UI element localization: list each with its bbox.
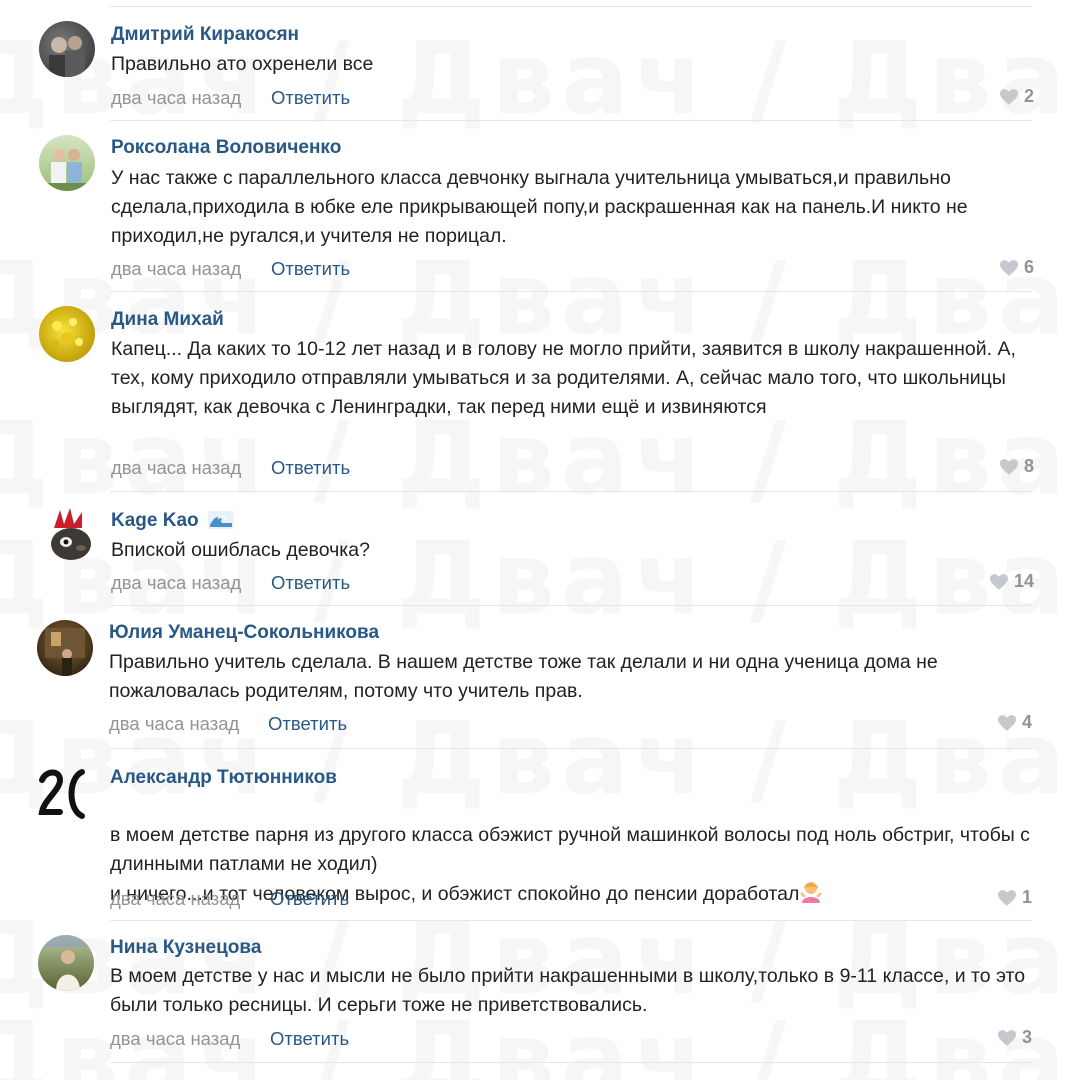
comment-time[interactable]: два часа назад [111, 258, 241, 280]
avatar[interactable] [39, 306, 95, 362]
reply-button[interactable]: Ответить [271, 457, 350, 479]
like-count: 8 [1023, 456, 1034, 476]
comment-author[interactable]: Дина Михай [111, 309, 224, 331]
comment-text: Правильно учитель сделала. В нашем детст… [109, 651, 938, 702]
comment-author[interactable]: Дмитрий Киракосян [111, 24, 299, 46]
comment-time[interactable]: два часа назад [109, 713, 239, 735]
avatar[interactable] [46, 506, 96, 562]
divider [110, 920, 1032, 921]
like-button[interactable]: 14 [989, 571, 1034, 592]
comment-text: в моем детстве парня из другого класса о… [110, 792, 1040, 909]
like-count: 1 [1021, 887, 1032, 907]
heart-icon [997, 889, 1016, 906]
heart-icon [999, 88, 1018, 105]
divider [110, 120, 1032, 121]
flower-icon [51, 318, 83, 348]
reply-button[interactable]: Ответить [270, 888, 349, 910]
avatar[interactable] [39, 135, 95, 191]
avatar[interactable] [37, 620, 93, 676]
heart-icon [999, 458, 1018, 475]
comment-author[interactable]: Kage Kao [111, 510, 234, 532]
like-button[interactable]: 4 [997, 712, 1032, 733]
comment-text: Правильно ато охренели все [111, 53, 374, 75]
comment-time[interactable]: два часа назад [111, 572, 241, 594]
like-button[interactable]: 6 [999, 257, 1034, 278]
comment-time[interactable]: два часа назад [110, 1028, 240, 1050]
woman-shrugging-emoji-icon [800, 882, 823, 903]
reply-button[interactable]: Ответить [271, 87, 350, 109]
heart-icon [997, 1029, 1016, 1046]
like-count: 2 [1023, 86, 1034, 106]
wave-emoji-icon [207, 511, 234, 529]
like-button[interactable]: 1 [997, 887, 1032, 908]
comment-text: В моем детстве у нас и мысли не было при… [110, 965, 1026, 1016]
heart-icon [989, 573, 1008, 590]
divider [110, 605, 1032, 606]
reply-button[interactable]: Ответить [268, 713, 347, 735]
divider [110, 6, 1032, 7]
reply-button[interactable]: Ответить [270, 1028, 349, 1050]
comment-time[interactable]: два часа назад [111, 87, 241, 109]
comment-time[interactable]: два часа назад [110, 888, 240, 910]
comment-time[interactable]: два часа назад [111, 457, 241, 479]
avatar-photo-icon [39, 149, 95, 191]
comment-author[interactable]: Нина Кузнецова [110, 937, 261, 959]
like-button[interactable]: 3 [997, 1027, 1032, 1048]
reply-button[interactable]: Ответить [271, 572, 350, 594]
avatar-photo-icon [49, 36, 85, 77]
like-count: 14 [1013, 571, 1034, 591]
like-count: 4 [1021, 712, 1032, 732]
like-button[interactable]: 2 [999, 86, 1034, 107]
comment-author[interactable]: Юлия Уманец-Сокольникова [109, 622, 379, 644]
comment-author-name: Kage Kao [111, 510, 199, 531]
logo-mark-icon [38, 769, 85, 819]
like-count: 3 [1021, 1027, 1032, 1047]
hedgehog-icon [51, 508, 91, 560]
divider [110, 1062, 1032, 1063]
avatar[interactable] [38, 766, 94, 822]
avatar-photo-icon [45, 628, 85, 676]
avatar[interactable] [38, 935, 94, 991]
comment-author[interactable]: Роксолана Воловиченко [111, 137, 341, 159]
comment-author[interactable]: Александр Тютюнников [110, 767, 337, 789]
like-count: 6 [1023, 257, 1034, 277]
heart-icon [999, 259, 1018, 276]
comment-text: Впиской ошиблась девочка? [111, 539, 370, 561]
comment-text-body: в моем детстве парня из другого класса о… [110, 824, 1030, 905]
divider [110, 491, 1032, 492]
divider [110, 291, 1032, 292]
comment-text: Капец... Да каких то 10-12 лет назад и в… [111, 338, 1016, 418]
heart-icon [997, 714, 1016, 731]
avatar[interactable] [39, 21, 95, 77]
like-button[interactable]: 8 [999, 456, 1034, 477]
avatar-photo-icon [38, 935, 94, 991]
divider [110, 748, 1032, 749]
comment-text: У нас также с параллельного класса девчо… [111, 167, 968, 247]
reply-button[interactable]: Ответить [271, 258, 350, 280]
